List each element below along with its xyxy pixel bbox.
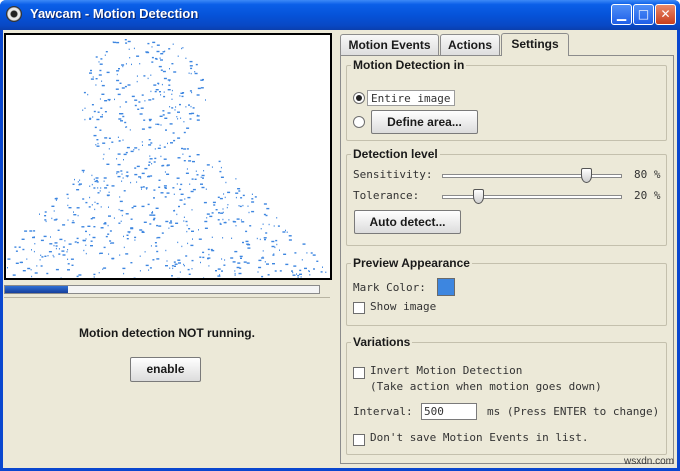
maximize-button[interactable]: □ [633, 4, 654, 25]
group-title: Preview Appearance [351, 256, 472, 270]
enable-button[interactable]: enable [130, 357, 201, 382]
motion-preview [4, 33, 332, 280]
define-area-button[interactable]: Define area... [371, 110, 478, 134]
motion-preview-image [7, 39, 327, 278]
group-title: Motion Detection in [351, 58, 467, 72]
minimize-button[interactable]: ▁ [611, 4, 632, 25]
tolerance-slider[interactable] [442, 195, 622, 199]
webcam-icon [6, 6, 22, 22]
entire-image-label: Entire image [371, 92, 451, 105]
entire-image-option[interactable]: Entire image [367, 90, 455, 106]
sensitivity-slider[interactable] [442, 174, 622, 178]
motion-progress-bar [4, 285, 320, 294]
variations-group: Variations Invert Motion Detection (Take… [346, 335, 667, 455]
sensitivity-slider-thumb[interactable] [581, 168, 592, 183]
tolerance-value: 20 % [634, 189, 661, 202]
window-title: Yawcam - Motion Detection [30, 6, 199, 21]
invert-motion-note: (Take action when motion goes down) [370, 380, 602, 393]
watermark: wsxdn.com [624, 456, 675, 467]
show-image-checkbox[interactable] [353, 302, 365, 314]
dont-save-events-label: Don't save Motion Events in list. [370, 431, 589, 444]
tab-settings[interactable]: Settings [501, 33, 569, 56]
show-image-label: Show image [370, 300, 437, 313]
settings-panel: Motion Detection in Entire image Define … [340, 55, 674, 464]
tab-actions[interactable]: Actions [440, 34, 500, 55]
interval-label: Interval: [353, 405, 413, 418]
sensitivity-label: Sensitivity: [353, 168, 433, 181]
close-button[interactable]: ✕ [655, 4, 676, 25]
status-text: Motion detection NOT running. [79, 326, 255, 340]
group-title: Detection level [351, 147, 440, 161]
minimize-icon: ▁ [616, 7, 627, 21]
maximize-icon: □ [637, 7, 650, 21]
motion-progress-fill [5, 286, 68, 293]
group-title: Variations [351, 335, 413, 349]
tolerance-slider-thumb[interactable] [473, 189, 484, 204]
define-area-radio[interactable] [353, 116, 365, 128]
motion-detection-in-group: Motion Detection in Entire image Define … [346, 58, 667, 141]
sensitivity-value: 80 % [634, 168, 661, 181]
mark-color-label: Mark Color: [353, 281, 426, 294]
invert-motion-label: Invert Motion Detection [370, 364, 523, 377]
preview-appearance-group: Preview Appearance Mark Color: Show imag… [346, 256, 667, 326]
tab-motion-events[interactable]: Motion Events [340, 34, 439, 55]
dont-save-events-checkbox[interactable] [353, 434, 365, 446]
mark-color-swatch[interactable] [437, 278, 455, 296]
divider [4, 297, 330, 298]
interval-input[interactable] [421, 403, 477, 420]
detection-level-group: Detection level Sensitivity: 80 % Tolera… [346, 147, 667, 246]
close-icon: ✕ [660, 7, 671, 21]
invert-motion-checkbox[interactable] [353, 367, 365, 379]
title-bar[interactable]: Yawcam - Motion Detection ▁ □ ✕ [0, 0, 680, 30]
tolerance-label: Tolerance: [353, 189, 420, 202]
auto-detect-button[interactable]: Auto detect... [354, 210, 461, 234]
entire-image-radio[interactable] [353, 92, 365, 104]
interval-note: ms (Press ENTER to change) [487, 405, 660, 418]
